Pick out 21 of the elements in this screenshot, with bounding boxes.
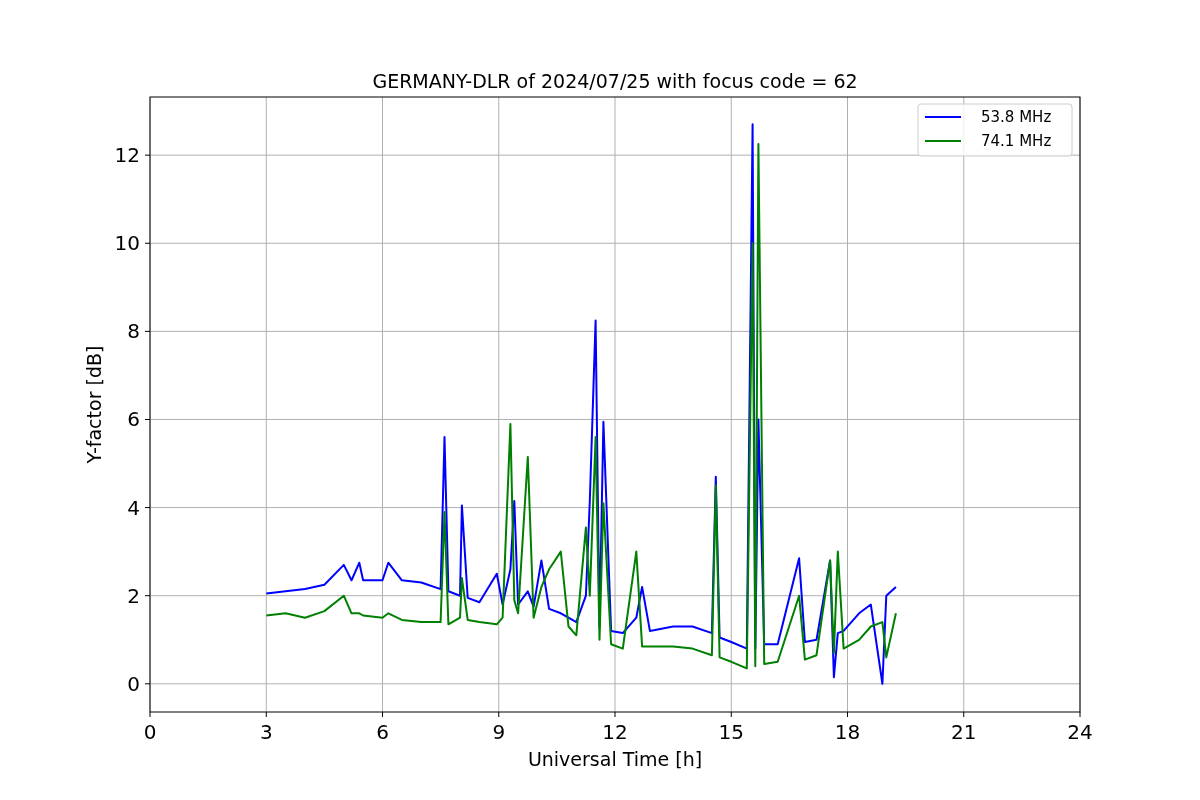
y-tick-label: 6 [127, 407, 140, 432]
x-tick-label: 24 [1067, 720, 1093, 744]
y-tick-label: 0 [127, 671, 140, 696]
legend-label: 74.1 MHz [981, 132, 1052, 150]
x-tick-label: 21 [951, 720, 977, 744]
y-tick-label: 8 [127, 319, 140, 344]
y-tick-label: 2 [127, 583, 140, 608]
x-tick-label: 18 [834, 720, 861, 744]
y-tick-label: 4 [127, 495, 140, 520]
x-tick-label: 9 [492, 720, 506, 744]
x-tick-label: 6 [376, 720, 389, 744]
x-tick-label: 3 [259, 720, 273, 744]
x-tick-label: 12 [602, 720, 628, 744]
x-tick-label: 15 [718, 720, 744, 744]
y-axis-label: Y-factor [dB] [83, 345, 105, 464]
x-tick-label: 0 [143, 720, 157, 744]
y-tick-label: 12 [114, 143, 140, 168]
x-axis-label: Universal Time [h] [527, 748, 703, 770]
chart-title: GERMANY-DLR of 2024/07/25 with focus code = 62 [372, 70, 858, 92]
legend-label: 53.8 MHz [981, 108, 1052, 126]
y-tick-label: 10 [114, 231, 140, 256]
